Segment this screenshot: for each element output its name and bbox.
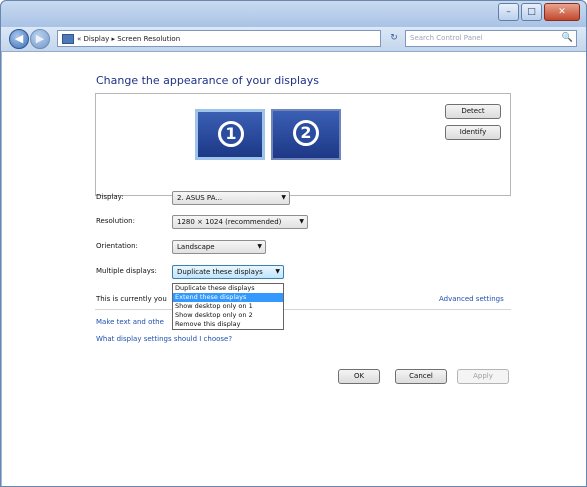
display-value: 2. ASUS PA... [177, 194, 223, 202]
navigation-bar: ◀ ▶ « Display ▸ Screen Resolution ↻ Sear… [1, 27, 586, 52]
multiple-displays-dropdown: Duplicate these displays Extend these di… [172, 283, 284, 330]
status-text: This is currently you [96, 295, 167, 303]
cancel-button[interactable]: Cancel [395, 369, 447, 384]
divider [95, 309, 511, 310]
multiple-displays-value: Duplicate these displays [177, 268, 263, 276]
orientation-select[interactable]: Landscape ▼ [172, 240, 266, 254]
back-button[interactable]: ◀ [9, 29, 29, 49]
close-button[interactable]: ✕ [544, 3, 580, 21]
title-bar[interactable]: – □ ✕ [1, 1, 586, 27]
detect-button[interactable]: Detect [445, 104, 501, 119]
minimize-button[interactable]: – [498, 3, 519, 21]
search-icon[interactable]: 🔍 [562, 31, 573, 46]
refresh-button[interactable]: ↻ [385, 30, 403, 47]
multiple-displays-label: Multiple displays: [96, 267, 157, 275]
dropdown-option[interactable]: Show desktop only on 1 [173, 302, 283, 311]
display-preview: 1 2 Detect Identify [95, 93, 511, 196]
monitor-number-1: 1 [218, 121, 244, 147]
advanced-settings-link[interactable]: Advanced settings [439, 295, 504, 303]
text-size-link[interactable]: Make text and othe [96, 318, 164, 326]
window-controls: – □ ✕ [498, 3, 580, 21]
apply-button[interactable]: Apply [457, 369, 509, 384]
orientation-value: Landscape [177, 243, 215, 251]
monitor-icon [62, 34, 74, 44]
address-bar[interactable]: « Display ▸ Screen Resolution [57, 30, 381, 47]
help-link[interactable]: What display settings should I choose? [96, 335, 232, 343]
chevron-down-icon: ▼ [281, 194, 286, 201]
monitor-number-2: 2 [293, 120, 319, 146]
resolution-value: 1280 × 1024 (recommended) [177, 218, 282, 226]
search-placeholder: Search Control Panel [410, 34, 483, 42]
display-label: Display: [96, 193, 124, 201]
identify-button[interactable]: Identify [445, 125, 501, 140]
resolution-select[interactable]: 1280 × 1024 (recommended) ▼ [172, 215, 308, 229]
chevron-down-icon: ▼ [257, 243, 262, 250]
monitor-1[interactable]: 1 [195, 109, 265, 160]
control-panel-window: – □ ✕ ◀ ▶ « Display ▸ Screen Resolution … [0, 0, 587, 487]
monitor-2[interactable]: 2 [271, 109, 341, 160]
forward-button[interactable]: ▶ [30, 29, 50, 49]
dropdown-option[interactable]: Duplicate these displays [173, 284, 283, 293]
search-input[interactable]: Search Control Panel 🔍 [405, 30, 577, 47]
dropdown-option[interactable]: Remove this display [173, 320, 283, 329]
dropdown-option[interactable]: Show desktop only on 2 [173, 311, 283, 320]
chevron-down-icon: ▼ [299, 218, 304, 225]
orientation-label: Orientation: [96, 242, 138, 250]
content-area: Change the appearance of your displays 1… [2, 52, 586, 486]
dropdown-option-highlighted[interactable]: Extend these displays [173, 293, 283, 302]
chevron-down-icon: ▼ [275, 268, 280, 275]
multiple-displays-select[interactable]: Duplicate these displays ▼ [172, 265, 284, 279]
ok-button[interactable]: OK [338, 369, 380, 384]
breadcrumb: « Display ▸ Screen Resolution [77, 35, 181, 43]
maximize-button[interactable]: □ [521, 3, 542, 21]
page-title: Change the appearance of your displays [96, 74, 320, 87]
resolution-label: Resolution: [96, 217, 135, 225]
display-select[interactable]: 2. ASUS PA... ▼ [172, 191, 290, 205]
